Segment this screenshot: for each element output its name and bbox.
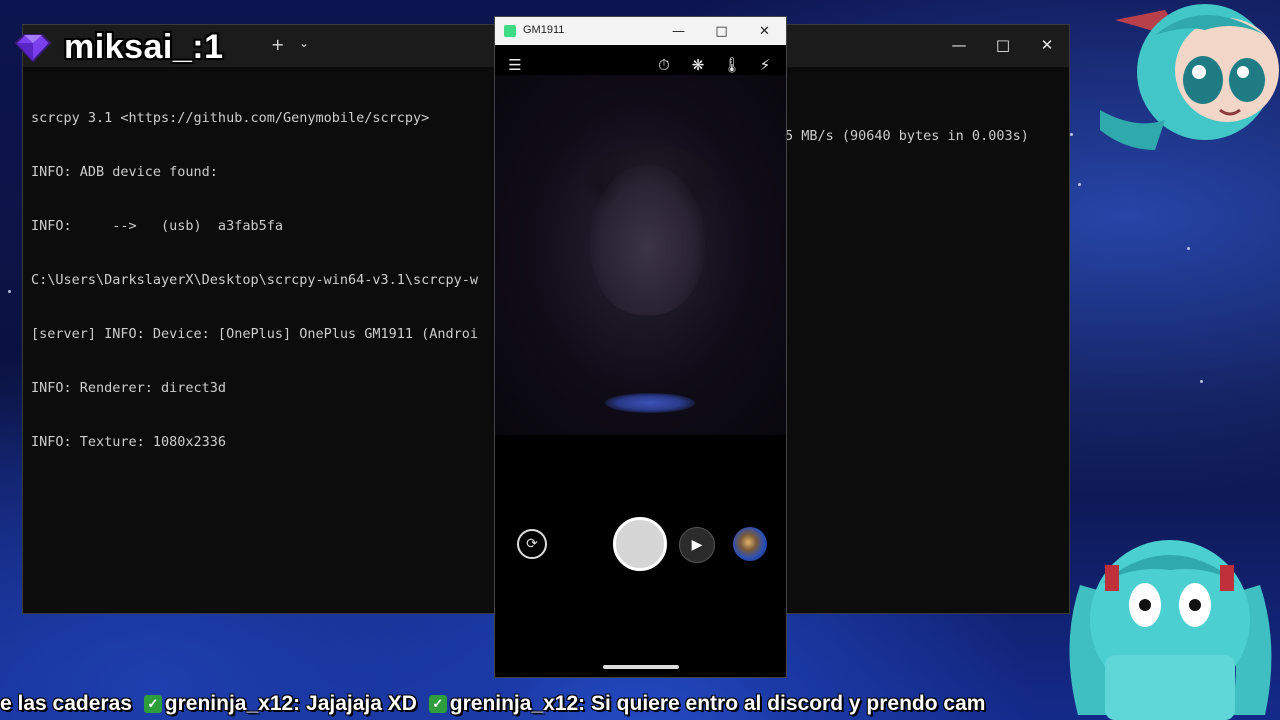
flash-off-icon[interactable]: ⚡ — [755, 55, 775, 75]
ticker-message: greninja_x12: Jajajaja XD — [164, 692, 417, 715]
phone-window-title: GM1911 — [523, 24, 565, 36]
camera-viewfinder[interactable] — [495, 75, 786, 435]
ticker-message: greninja_x12: Si quiere entro al discord… — [449, 692, 986, 715]
background-star — [1187, 247, 1190, 250]
maximize-icon[interactable]: □ — [981, 25, 1025, 65]
shutter-button[interactable] — [613, 517, 667, 571]
check-icon: ✓ — [428, 695, 447, 713]
miku-mascot-top-icon — [1100, 4, 1279, 150]
home-gesture-bar[interactable] — [603, 665, 679, 669]
background-star — [1200, 380, 1203, 383]
phone-mirror-window[interactable]: GM1911 — □ ✕ ☰ ⏱ ❋ 🌡 ⚡ ⟳ ▶ — [494, 16, 787, 678]
viewfinder-subject-face — [590, 165, 705, 315]
streamer-name: miksai_:1 — [64, 28, 224, 66]
gallery-thumbnail[interactable] — [733, 527, 767, 561]
android-app-icon — [504, 25, 516, 37]
camera-top-bar: ☰ ⏱ ❋ 🌡 ⚡ — [495, 45, 786, 85]
background-star — [1078, 183, 1081, 186]
new-tab-icon[interactable]: + — [271, 35, 284, 54]
phone-screen[interactable]: ☰ ⏱ ❋ 🌡 ⚡ ⟳ ▶ — [495, 45, 786, 677]
chat-ticker: e las caderas ✓ greninja_x12: Jajajaja XD… — [0, 690, 1280, 720]
close-icon[interactable]: ✕ — [1025, 25, 1069, 65]
background-star — [8, 290, 11, 293]
minimize-icon[interactable]: — — [937, 25, 981, 65]
temperature-icon[interactable]: 🌡 — [722, 55, 742, 75]
menu-icon[interactable]: ☰ — [505, 55, 525, 75]
ticker-message: e las caderas — [0, 692, 132, 715]
rotate-camera-icon[interactable]: ⟳ — [517, 529, 547, 559]
gem-icon — [14, 33, 52, 62]
viewfinder-subject-shirt — [605, 393, 695, 413]
streamer-name-overlay: miksai_:1 — [12, 28, 224, 67]
minimize-icon[interactable]: — — [657, 17, 700, 45]
tab-dropdown-icon[interactable]: ⌄ — [299, 36, 309, 50]
motion-off-icon[interactable]: ❋ — [688, 55, 708, 75]
video-icon[interactable]: ▶ — [679, 527, 715, 563]
close-icon[interactable]: ✕ — [743, 17, 786, 45]
background-star — [1070, 133, 1073, 136]
console-line-tail: 5 MB/s (90640 bytes in 0.003s) — [785, 128, 1029, 144]
phone-window-titlebar[interactable]: GM1911 — □ ✕ — [495, 17, 786, 45]
camera-controls-row: ⟳ ▶ — [495, 517, 786, 573]
check-icon: ✓ — [143, 695, 162, 713]
timer-off-icon[interactable]: ⏱ — [654, 55, 674, 75]
maximize-icon[interactable]: □ — [700, 17, 743, 45]
